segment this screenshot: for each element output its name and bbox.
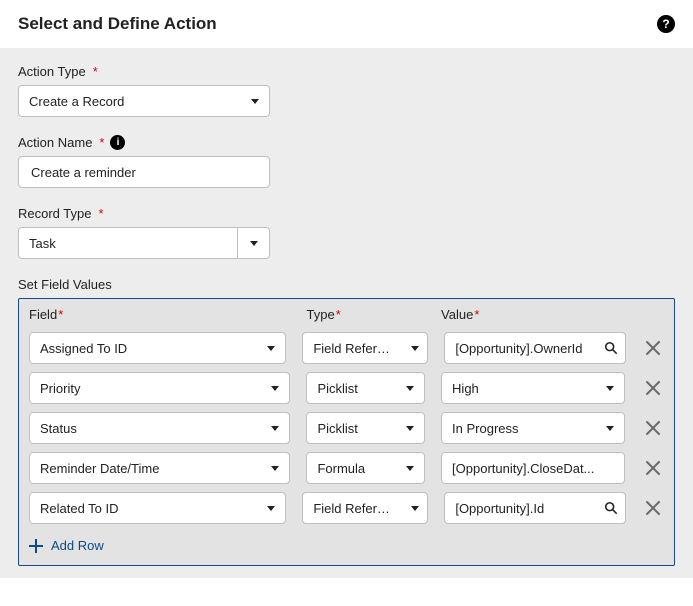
caret-down-icon [271, 466, 279, 471]
value-picklist[interactable]: High [441, 372, 625, 404]
help-icon[interactable]: ? [657, 15, 675, 33]
caret-down-icon [406, 386, 414, 391]
type-select[interactable]: Field Reference [302, 492, 428, 524]
action-type-select[interactable]: Create a Record [18, 85, 270, 117]
col-type-label: Type [307, 307, 335, 322]
caret-down-icon [606, 386, 614, 391]
value-text: [Opportunity].Id [445, 501, 596, 516]
add-row-button[interactable]: Add Row [19, 528, 674, 565]
table-row: Reminder Date/Time Formula [Opportunity].C… [29, 448, 664, 488]
delete-row-button[interactable] [641, 416, 664, 440]
field-value: Related To ID [30, 501, 257, 516]
table-row: Related To ID Field Reference [Opportunity… [29, 488, 664, 528]
field-value: Reminder Date/Time [30, 461, 261, 476]
record-type-value: Task [19, 228, 237, 258]
value-picklist[interactable]: In Progress [441, 412, 625, 444]
field-value: Priority [30, 381, 261, 396]
type-value: Formula [307, 461, 396, 476]
table-row: Assigned To ID Field Reference [Opportunit… [29, 328, 664, 368]
value-lookup[interactable]: [Opportunity].Id [444, 492, 625, 524]
plus-icon [29, 539, 43, 553]
caret-down-icon [606, 426, 614, 431]
action-name-input[interactable] [29, 164, 259, 181]
col-value-label: Value [441, 307, 473, 322]
required-marker: * [474, 307, 479, 322]
value-text: High [442, 381, 596, 396]
modal-header: Select and Define Action ? [0, 0, 693, 48]
required-marker: * [93, 64, 98, 79]
grid-rows: Assigned To ID Field Reference [Opportunit… [19, 328, 674, 528]
delete-row-button[interactable] [642, 496, 664, 520]
info-icon[interactable]: i [110, 135, 125, 150]
field-value: Status [30, 421, 261, 436]
field-select[interactable]: Related To ID [29, 492, 286, 524]
record-type-label: Record Type [18, 206, 91, 221]
type-select[interactable]: Field Reference [302, 332, 428, 364]
field-select[interactable]: Status [29, 412, 290, 444]
field-select[interactable]: Assigned To ID [29, 332, 286, 364]
delete-row-button[interactable] [641, 376, 664, 400]
search-icon[interactable] [597, 333, 625, 363]
value-text: [Opportunity].CloseDat... [442, 461, 624, 476]
table-row: Priority Picklist High [29, 368, 664, 408]
value-text: In Progress [442, 421, 596, 436]
caret-down-icon [271, 426, 279, 431]
type-select[interactable]: Picklist [306, 412, 425, 444]
caret-down-icon [411, 346, 419, 351]
value-lookup[interactable]: [Opportunity].OwnerId [444, 332, 625, 364]
caret-down-icon [406, 426, 414, 431]
type-value: Picklist [307, 381, 396, 396]
type-select[interactable]: Formula [306, 452, 425, 484]
modal-title: Select and Define Action [18, 14, 217, 34]
required-marker: * [99, 135, 104, 150]
action-type-value: Create a Record [29, 94, 124, 109]
record-type-dropdown-button[interactable] [237, 228, 269, 258]
value-input[interactable]: [Opportunity].CloseDat... [441, 452, 625, 484]
grid-header: Field* Type* Value* [19, 299, 674, 328]
field-value: Assigned To ID [30, 341, 257, 356]
caret-down-icon [250, 241, 258, 246]
caret-down-icon [267, 346, 275, 351]
type-value: Field Reference [303, 341, 403, 356]
field-select[interactable]: Priority [29, 372, 290, 404]
action-name-group: Action Name * i [18, 135, 675, 188]
caret-down-icon [267, 506, 275, 511]
set-field-values-title: Set Field Values [18, 277, 675, 292]
caret-down-icon [411, 506, 419, 511]
type-value: Picklist [307, 421, 396, 436]
field-select[interactable]: Reminder Date/Time [29, 452, 290, 484]
table-row: Status Picklist In Progress [29, 408, 664, 448]
col-field-label: Field [29, 307, 57, 322]
search-icon[interactable] [597, 493, 625, 523]
caret-down-icon [251, 99, 259, 104]
required-marker: * [58, 307, 63, 322]
field-values-grid: Field* Type* Value* Assigned To IDField … [18, 298, 675, 566]
required-marker: * [336, 307, 341, 322]
action-name-input-wrap [18, 156, 270, 188]
record-type-group: Record Type * Task [18, 206, 675, 259]
delete-row-button[interactable] [642, 336, 664, 360]
record-type-combobox[interactable]: Task [18, 227, 270, 259]
caret-down-icon [406, 466, 414, 471]
add-row-label: Add Row [51, 538, 104, 553]
caret-down-icon [271, 386, 279, 391]
action-name-label: Action Name [18, 135, 92, 150]
modal-body: Action Type * Create a Record Action Name… [0, 48, 693, 578]
type-value: Field Reference [303, 501, 403, 516]
delete-row-button[interactable] [641, 456, 664, 480]
action-type-label: Action Type [18, 64, 86, 79]
value-text: [Opportunity].OwnerId [445, 341, 596, 356]
action-type-group: Action Type * Create a Record [18, 64, 675, 117]
type-select[interactable]: Picklist [306, 372, 425, 404]
required-marker: * [98, 206, 103, 221]
